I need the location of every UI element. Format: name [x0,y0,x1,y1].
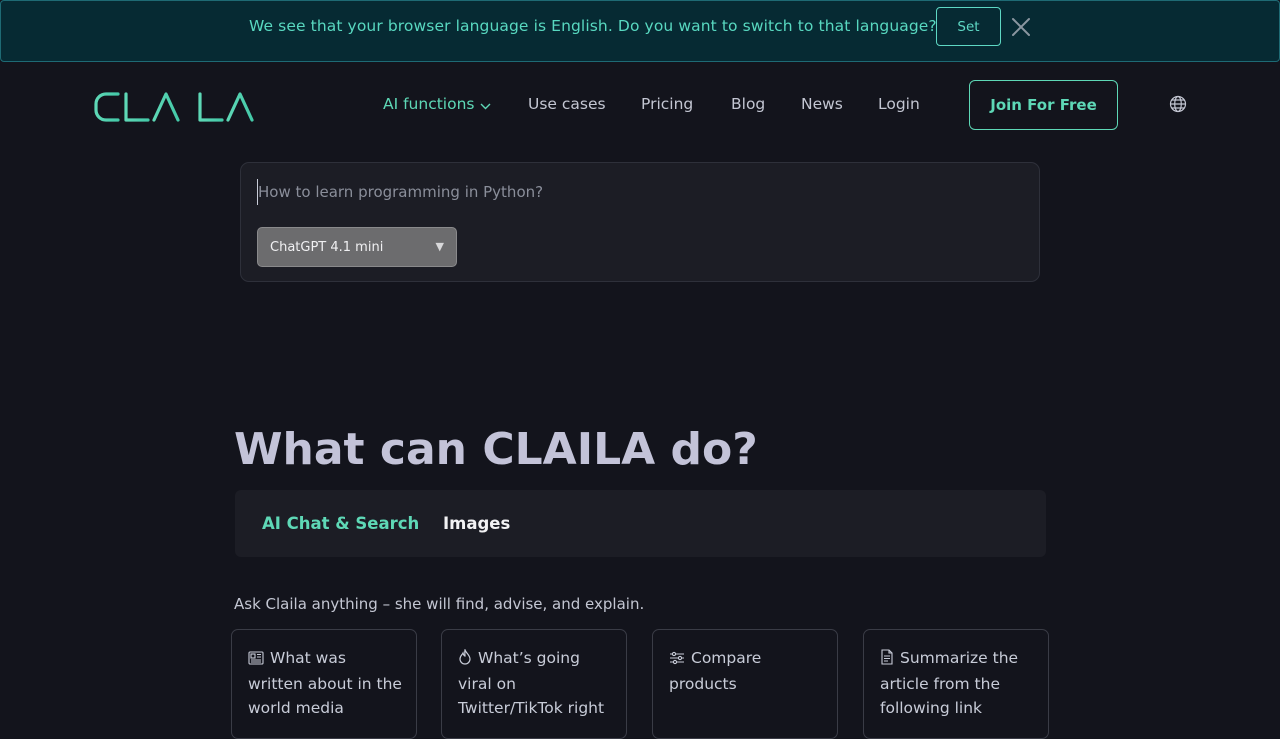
suggestion-text: What’s going viral on Twitter/TikTok rig… [458,649,605,717]
language-banner-message: We see that your browser language is Eng… [249,17,937,35]
chevron-down-icon [480,96,491,114]
sliders-icon [669,648,685,672]
model-select[interactable]: ChatGPT 4.1 mini ▼ [257,227,457,267]
tab-ai-chat-search[interactable]: AI Chat & Search [262,514,419,533]
dropdown-arrow-icon: ▼ [435,240,444,253]
close-icon[interactable] [1009,15,1033,39]
nav-ai-functions[interactable]: AI functions [383,95,491,114]
prompt-card: ChatGPT 4.1 mini ▼ [240,162,1040,282]
nav-login[interactable]: Login [878,95,920,113]
features-subtitle: Ask Claila anything – she will find, adv… [234,595,645,613]
newspaper-icon [248,648,264,672]
suggestion-text: What was written about in the world medi… [248,649,402,717]
feature-tabs: AI Chat & Search Images [235,490,1046,557]
nav-news[interactable]: News [801,95,843,113]
join-for-free-button[interactable]: Join For Free [969,80,1118,130]
nav-use-cases[interactable]: Use cases [528,95,606,113]
tab-images[interactable]: Images [443,514,510,533]
section-title: What can CLAILA do? [234,424,758,475]
nav-blog[interactable]: Blog [731,95,765,113]
main-navigation: AI functions Use cases Pricing Blog News… [0,62,1280,148]
model-select-value: ChatGPT 4.1 mini [270,239,384,255]
suggestion-text: Summarize the article from the following… [880,649,1019,717]
suggestion-card-world-media[interactable]: What was written about in the world medi… [231,629,417,739]
set-language-button[interactable]: Set [936,7,1001,46]
nav-ai-functions-label: AI functions [383,95,475,113]
claila-logo[interactable] [92,90,262,124]
suggestion-card-viral[interactable]: What’s going viral on Twitter/TikTok rig… [441,629,627,739]
flame-icon [458,647,472,672]
suggestion-card-compare[interactable]: Compare products [652,629,838,739]
prompt-input[interactable] [257,179,1017,205]
globe-icon[interactable] [1169,95,1187,113]
nav-pricing[interactable]: Pricing [641,95,693,113]
suggestion-card-summarize[interactable]: Summarize the article from the following… [863,629,1049,739]
document-icon [880,648,894,672]
language-banner: We see that your browser language is Eng… [0,0,1280,62]
